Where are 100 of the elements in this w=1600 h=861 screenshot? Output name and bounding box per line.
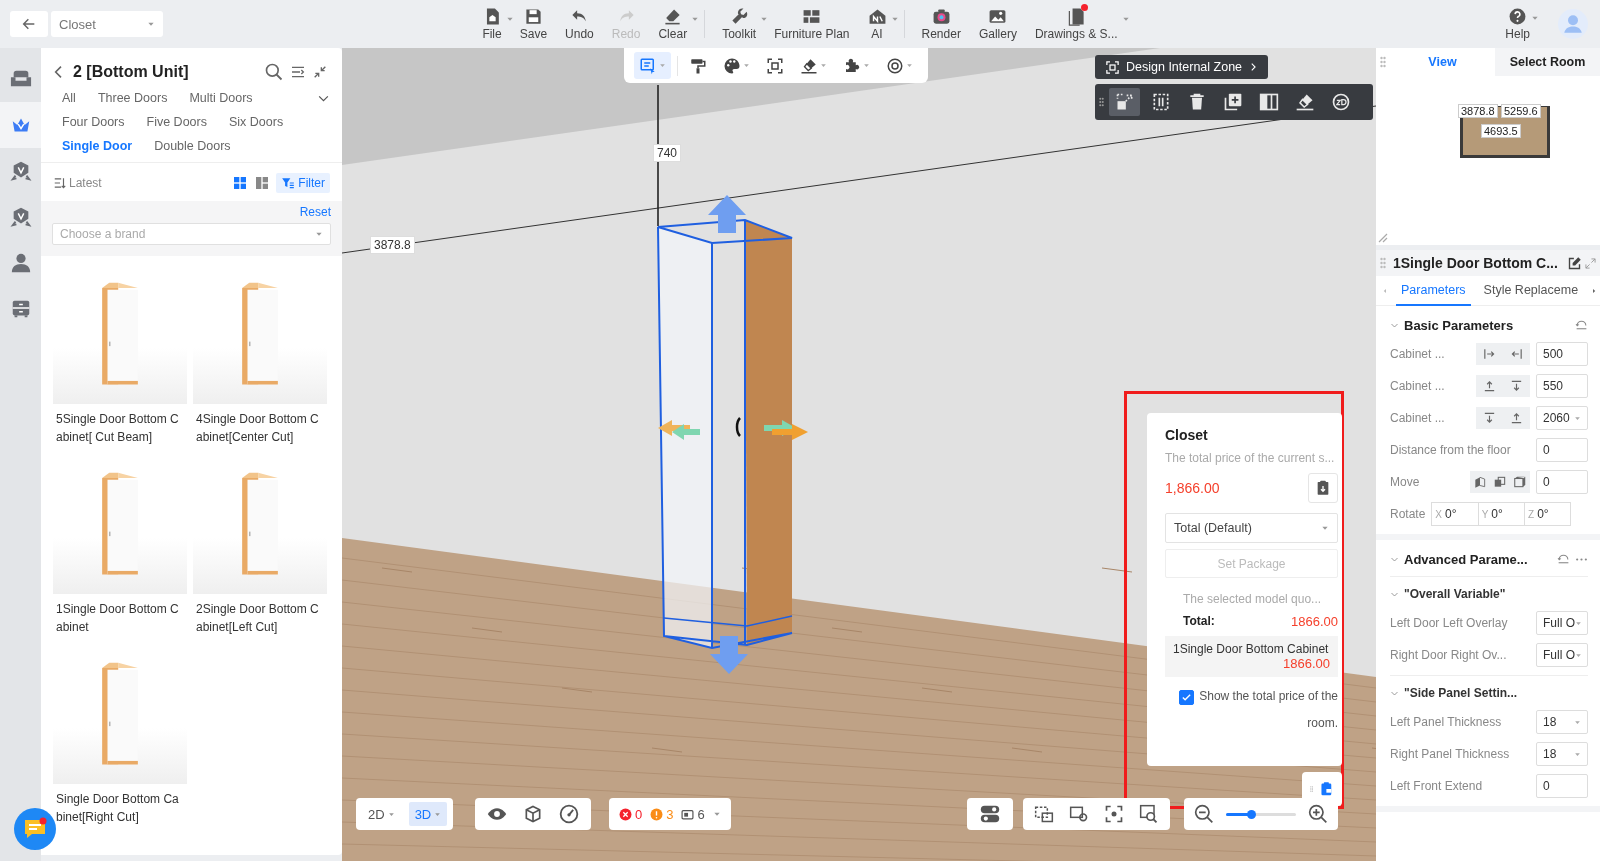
gauge-icon[interactable] [559, 804, 579, 824]
category-tab[interactable]: Six Doors [228, 114, 284, 130]
export-button[interactable] [1308, 473, 1338, 503]
scroll-right-icon[interactable] [1591, 287, 1598, 294]
view-mode-tab[interactable]: 2D [362, 802, 401, 826]
properties-tab[interactable]: Style Replaceme [1478, 275, 1584, 306]
section-title: "Overall Variable" [1404, 587, 1506, 601]
checkbox[interactable] [1179, 690, 1194, 705]
edit-icon[interactable] [1567, 255, 1582, 271]
filter-icon [281, 176, 296, 190]
category-tab[interactable]: Double Doors [154, 138, 231, 154]
field-label: Cabinet ... [1390, 347, 1446, 361]
price-description: The total price of the current s... [1165, 451, 1336, 465]
grid-view-icon[interactable] [232, 175, 249, 191]
zoom-area-icon[interactable] [1139, 804, 1159, 824]
list-icon[interactable] [290, 64, 306, 80]
slider-thumb[interactable] [1246, 809, 1256, 819]
drag-handle-icon [1310, 783, 1314, 795]
error-count[interactable]: 0 [619, 806, 643, 822]
value-field[interactable]: 500 [1536, 342, 1588, 366]
caret-icon [1531, 14, 1539, 22]
settings-icon[interactable] [1069, 804, 1089, 824]
drag-handle-icon[interactable] [1099, 96, 1104, 108]
zone-button[interactable]: Design Internal Zone [1095, 55, 1269, 79]
target-icon [886, 56, 904, 75]
project-select[interactable]: Closet [51, 11, 163, 37]
dimension-label: 740 [653, 144, 682, 162]
toolbar-button[interactable]: Gallery [969, 7, 1026, 41]
toggle-icon [980, 804, 1000, 824]
selected-cabinet-drawing[interactable] [657, 195, 808, 674]
toolbar-button[interactable]: Toolkit [713, 7, 766, 41]
back-button[interactable] [10, 11, 48, 37]
field-label: Right Door Right Ov... [1390, 648, 1508, 662]
category-tab[interactable]: Five Doors [146, 114, 207, 130]
drag-handle-icon[interactable] [1380, 56, 1386, 68]
house-icon [867, 7, 887, 26]
category-tab[interactable]: Multi Doors [189, 90, 253, 106]
toolbar-button[interactable]: File [473, 7, 511, 41]
toolbar-button[interactable]: Save [510, 7, 557, 41]
caret-icon [1574, 718, 1581, 726]
toolbar-button[interactable]: Clear [649, 7, 697, 41]
value-field[interactable]: 18 [1536, 710, 1588, 734]
toggle-button[interactable] [967, 798, 1013, 830]
document-icon [1066, 7, 1086, 26]
value-field[interactable]: Full O [1536, 643, 1588, 667]
panel-title: Closet [1165, 427, 1209, 443]
category-tab[interactable]: All [62, 90, 76, 106]
resize-handle-icon[interactable] [1378, 233, 1388, 243]
value-field[interactable]: 18 [1536, 742, 1588, 766]
list-view-icon[interactable] [254, 175, 271, 191]
sort-button[interactable]: Latest [53, 176, 227, 190]
value-field[interactable]: 2060 [1536, 406, 1588, 430]
search-icon[interactable] [264, 62, 284, 82]
cube-icon[interactable] [523, 804, 543, 824]
zoom-out-icon[interactable] [1194, 804, 1214, 824]
toolbar-button[interactable]: AI [858, 7, 896, 41]
dimension-label: 3878.8 [370, 236, 415, 254]
help-button[interactable]: Help [1499, 6, 1536, 42]
zoom-slider[interactable] [1226, 812, 1296, 816]
product-name[interactable]: 1Single Door Bottom Cabinet [56, 600, 184, 636]
value-field[interactable]: 0 [1536, 438, 1588, 462]
drag-handle-icon[interactable] [1380, 257, 1386, 269]
select-icon[interactable] [1034, 804, 1054, 824]
value-field[interactable]: Full O [1536, 611, 1588, 635]
reset-icon[interactable] [1557, 552, 1570, 566]
toolbar-button[interactable]: Undo [556, 7, 603, 41]
caret-icon[interactable] [712, 810, 721, 818]
scope-select[interactable]: Total (Default) [1165, 513, 1338, 543]
product-name[interactable]: 2Single Door Bottom Cabinet[Left Cut] [196, 600, 324, 636]
reset-icon[interactable] [1575, 318, 1588, 332]
value-field[interactable]: 0 [1536, 470, 1588, 494]
item-price: 1866.00 [1283, 656, 1330, 671]
value-field[interactable]: 0 [1536, 774, 1588, 798]
caret-icon [434, 810, 442, 818]
section-title: Basic Parameters [1404, 317, 1515, 333]
value-field[interactable]: 550 [1536, 374, 1588, 398]
zoom-in-icon[interactable] [1308, 804, 1328, 824]
field-label: Right Panel Thickness [1390, 747, 1511, 761]
reset-link[interactable]: Reset [299, 205, 331, 219]
filter-button[interactable]: Filter [276, 173, 330, 193]
toolbar-button[interactable]: Render [912, 7, 970, 41]
product-name[interactable]: Single Door Bottom Cabinet[Right Cut] [56, 790, 184, 826]
collapse-icon[interactable] [312, 64, 328, 80]
category-tab[interactable]: Single Door [62, 138, 133, 154]
focus-icon[interactable] [1104, 804, 1124, 824]
product-name[interactable]: 4Single Door Bottom Cabinet[Center Cut] [196, 410, 324, 446]
camera-icon [931, 7, 951, 26]
toolbar-button[interactable]: Drawings & S... [1025, 7, 1127, 41]
toolbar-button[interactable]: Furniture Plan [765, 7, 859, 41]
sidebar-tab[interactable] [0, 102, 41, 148]
view-tab[interactable]: Select Room [1495, 48, 1600, 76]
category-tab[interactable]: Four Doors [62, 114, 125, 130]
eraser-icon [663, 7, 683, 26]
category-tab[interactable]: Three Doors [97, 90, 168, 106]
product-name[interactable]: 5Single Door Bottom Cabinet[ Cut Beam] [56, 410, 184, 446]
caret-icon [147, 20, 155, 28]
clipboard-icon [1315, 480, 1331, 496]
resize-icon[interactable] [1109, 88, 1140, 116]
properties-tab[interactable]: Parameters [1396, 275, 1471, 306]
item-count[interactable]: 6 [681, 806, 705, 822]
